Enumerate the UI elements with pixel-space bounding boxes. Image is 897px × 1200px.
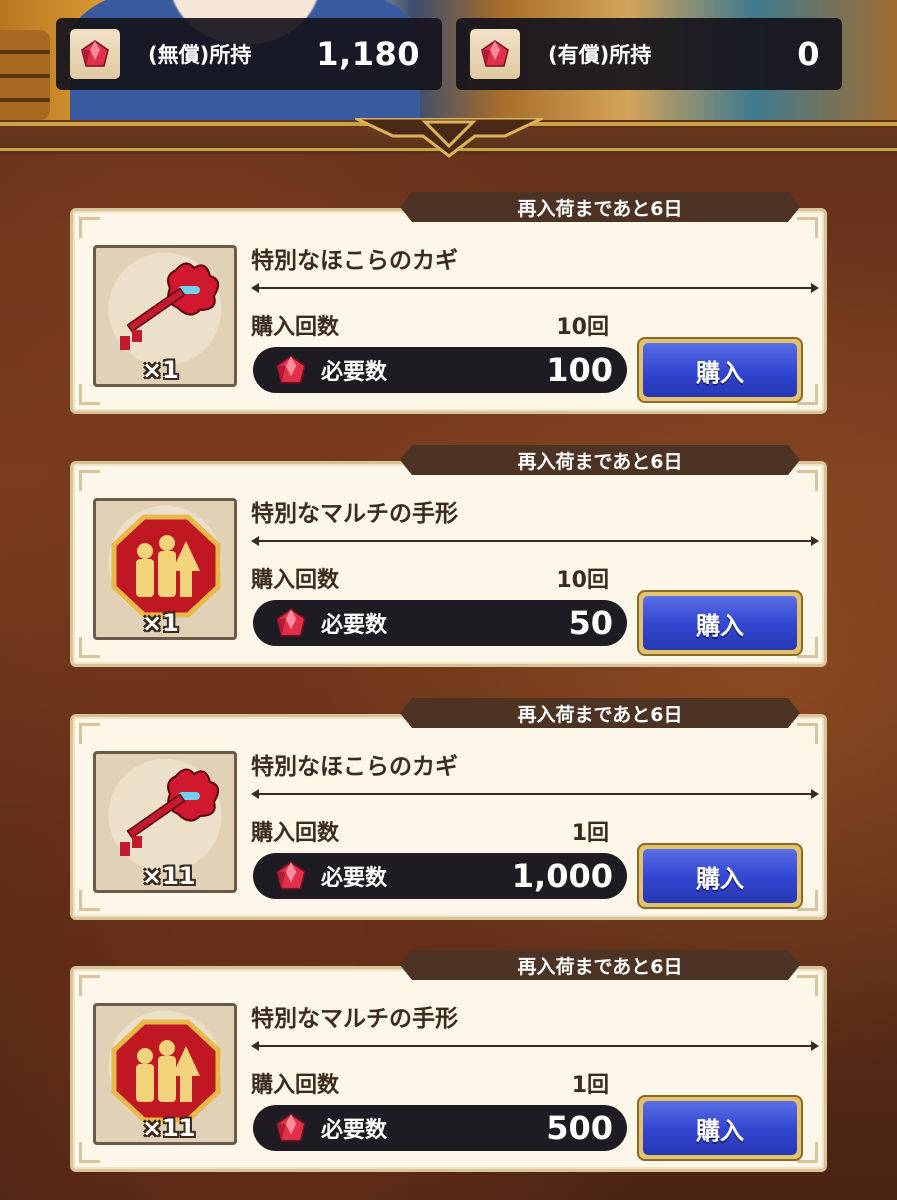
cost-label: 必要数 xyxy=(321,1118,388,1143)
buy-button-label[interactable]: 購入 xyxy=(643,849,797,903)
paid-gem-value: 0 xyxy=(797,35,820,73)
red-gem-icon xyxy=(273,1113,309,1143)
item-name: 特別なほこらのカギ xyxy=(251,754,458,780)
buy-button[interactable]: 購入 xyxy=(637,843,803,909)
red-gem-icon xyxy=(470,29,520,79)
cost-pill: 必要数 50 xyxy=(253,600,627,646)
multi-pass-medal-icon xyxy=(111,1019,221,1123)
item-thumbnail: ×1 xyxy=(93,245,237,387)
buy-button[interactable]: 購入 xyxy=(637,1095,803,1161)
item-thumbnail: ×11 xyxy=(93,751,237,893)
barrel-decoration xyxy=(0,30,50,120)
cost-label: 必要数 xyxy=(321,360,388,385)
item-panel: ×11 特別なほこらのカギ 購入回数 1回 必要数 1,000 購入 xyxy=(70,714,827,920)
multi-pass-medal-icon xyxy=(111,514,221,618)
cost-value: 100 xyxy=(546,351,613,389)
red-gem-icon xyxy=(70,29,120,79)
cost-value: 500 xyxy=(546,1109,613,1147)
purchase-count-value: 10回 xyxy=(556,568,609,593)
free-gem-value: 1,180 xyxy=(316,35,420,73)
divider-line xyxy=(251,536,819,546)
item-quantity: ×1 xyxy=(142,356,179,384)
purchase-count-label: 購入回数 xyxy=(251,568,340,593)
item-panel: ×1 特別なほこらのカギ 購入回数 10回 必要数 100 購入 xyxy=(70,208,827,414)
buy-button-label[interactable]: 購入 xyxy=(643,596,797,650)
buy-button[interactable]: 購入 xyxy=(637,337,803,403)
buy-button[interactable]: 購入 xyxy=(637,590,803,656)
item-quantity: ×11 xyxy=(142,1114,196,1142)
buy-button-label[interactable]: 購入 xyxy=(643,343,797,397)
item-panel: ×11 特別なマルチの手形 購入回数 1回 必要数 500 購入 xyxy=(70,966,827,1172)
red-gem-icon xyxy=(273,355,309,385)
purchase-count-label: 購入回数 xyxy=(251,821,340,846)
cost-pill: 必要数 100 xyxy=(253,347,627,393)
purchase-count-value: 1回 xyxy=(571,1073,609,1098)
item-thumbnail: ×1 xyxy=(93,498,237,640)
restock-countdown-tab: 再入荷まであと6日 xyxy=(400,698,800,728)
red-key-icon xyxy=(120,768,220,856)
paid-gem-label: (有償)所持 xyxy=(548,43,652,67)
cost-label: 必要数 xyxy=(321,866,388,891)
free-gem-balance: (無償)所持 1,180 xyxy=(56,18,442,90)
purchase-count-value: 1回 xyxy=(571,821,609,846)
cost-pill: 必要数 1,000 xyxy=(253,853,627,899)
divider-line xyxy=(251,789,819,799)
item-quantity: ×1 xyxy=(142,609,179,637)
shop-item-card: ×1 特別なマルチの手形 購入回数 10回 必要数 50 購入 再入荷まであと6… xyxy=(70,445,827,667)
red-key-icon xyxy=(120,262,220,350)
shop-item-card: ×11 特別なほこらのカギ 購入回数 1回 必要数 1,000 購入 再入荷まで… xyxy=(70,698,827,920)
item-quantity: ×11 xyxy=(142,862,196,890)
shop-item-card: ×11 特別なマルチの手形 購入回数 1回 必要数 500 購入 再入荷まであと… xyxy=(70,950,827,1172)
shop-item-card: ×1 特別なほこらのカギ 購入回数 10回 必要数 100 購入 再入荷まであと… xyxy=(70,192,827,414)
item-panel: ×1 特別なマルチの手形 購入回数 10回 必要数 50 購入 xyxy=(70,461,827,667)
paid-gem-balance: (有償)所持 0 xyxy=(456,18,842,90)
purchase-count-label: 購入回数 xyxy=(251,1073,340,1098)
buy-button-label[interactable]: 購入 xyxy=(643,1101,797,1155)
item-thumbnail: ×11 xyxy=(93,1003,237,1145)
cost-value: 50 xyxy=(568,604,613,642)
item-name: 特別なマルチの手形 xyxy=(251,501,458,527)
cost-label: 必要数 xyxy=(321,613,388,638)
restock-countdown-tab: 再入荷まであと6日 xyxy=(400,950,800,980)
free-gem-label: (無償)所持 xyxy=(148,43,252,67)
cost-value: 1,000 xyxy=(511,857,613,895)
divider-line xyxy=(251,283,819,293)
red-gem-icon xyxy=(273,861,309,891)
cost-pill: 必要数 500 xyxy=(253,1105,627,1151)
purchase-count-label: 購入回数 xyxy=(251,315,340,340)
restock-countdown-tab: 再入荷まであと6日 xyxy=(400,445,800,475)
red-gem-icon xyxy=(273,608,309,638)
purchase-count-value: 10回 xyxy=(556,315,609,340)
item-name: 特別なマルチの手形 xyxy=(251,1006,458,1032)
item-name: 特別なほこらのカギ xyxy=(251,248,458,274)
wing-emblem-icon xyxy=(355,118,543,158)
restock-countdown-tab: 再入荷まであと6日 xyxy=(400,192,800,222)
header-divider xyxy=(0,118,897,160)
divider-line xyxy=(251,1041,819,1051)
